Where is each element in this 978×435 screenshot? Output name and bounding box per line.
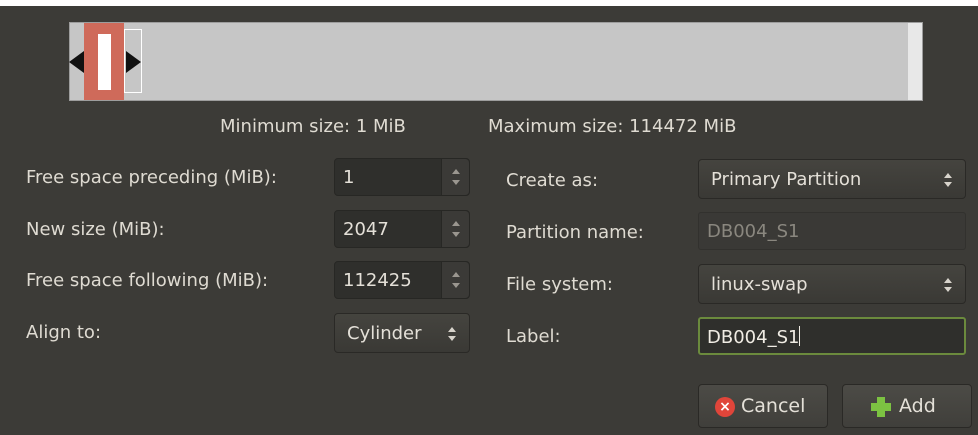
updown-chevron-icon — [943, 171, 953, 189]
file-system-label: File system: — [506, 274, 613, 295]
updown-chevron-icon — [447, 325, 457, 343]
bar-end-cap — [908, 23, 922, 100]
file-system-value: linux-swap — [711, 274, 808, 295]
new-size-stepper[interactable] — [441, 211, 469, 247]
increment-icon[interactable] — [452, 221, 460, 226]
text-caret — [799, 326, 801, 346]
resize-handle-right-icon[interactable] — [126, 51, 141, 73]
increment-icon[interactable] — [452, 169, 460, 174]
new-size-spinbutton[interactable]: 2047 — [334, 210, 470, 248]
decrement-icon[interactable] — [452, 232, 460, 237]
cancel-button[interactable]: × Cancel — [698, 384, 828, 428]
free-preceding-spinbutton[interactable]: 1 — [334, 158, 470, 196]
add-button[interactable]: Add — [842, 384, 972, 428]
align-to-label: Align to: — [26, 322, 102, 343]
partition-size-bar[interactable] — [69, 22, 923, 101]
maximum-size-label: Maximum size: 114472 MiB — [488, 116, 737, 137]
window-top-edge — [0, 0, 978, 6]
new-size-label: New size (MiB): — [26, 219, 165, 240]
minimum-size-label: Minimum size: 1 MiB — [220, 116, 406, 137]
partition-name-field[interactable]: DB004_S1 — [698, 212, 966, 250]
file-system-combo[interactable]: linux-swap — [698, 264, 966, 304]
new-size-value[interactable]: 2047 — [343, 219, 389, 240]
partition-name-value: DB004_S1 — [707, 221, 800, 242]
align-to-combo[interactable]: Cylinder — [334, 313, 470, 353]
updown-chevron-icon — [943, 276, 953, 294]
free-following-label: Free space following (MiB): — [26, 270, 269, 291]
create-as-label: Create as: — [506, 170, 599, 191]
partition-used-area — [98, 34, 111, 90]
align-to-value: Cylinder — [347, 323, 422, 344]
fs-label-label: Label: — [506, 326, 561, 347]
new-partition-block[interactable] — [84, 23, 124, 100]
create-as-combo[interactable]: Primary Partition — [698, 159, 966, 199]
fs-label-field[interactable]: DB004_S1 — [698, 317, 966, 355]
decrement-icon[interactable] — [452, 283, 460, 288]
add-icon — [871, 397, 891, 417]
decrement-icon[interactable] — [452, 180, 460, 185]
increment-icon[interactable] — [452, 272, 460, 277]
free-following-spinbutton[interactable]: 112425 — [334, 261, 470, 299]
free-following-stepper[interactable] — [441, 262, 469, 298]
cancel-button-label: Cancel — [741, 395, 806, 417]
cancel-icon: × — [715, 397, 735, 417]
fs-label-value[interactable]: DB004_S1 — [707, 327, 799, 348]
free-preceding-stepper[interactable] — [441, 159, 469, 195]
resize-handle-left-icon[interactable] — [69, 51, 84, 73]
free-following-value[interactable]: 112425 — [343, 270, 412, 291]
free-preceding-label: Free space preceding (MiB): — [26, 167, 277, 188]
add-button-label: Add — [899, 395, 936, 417]
create-as-value: Primary Partition — [711, 169, 862, 190]
partition-name-label: Partition name: — [506, 222, 644, 243]
free-preceding-value[interactable]: 1 — [343, 167, 354, 188]
